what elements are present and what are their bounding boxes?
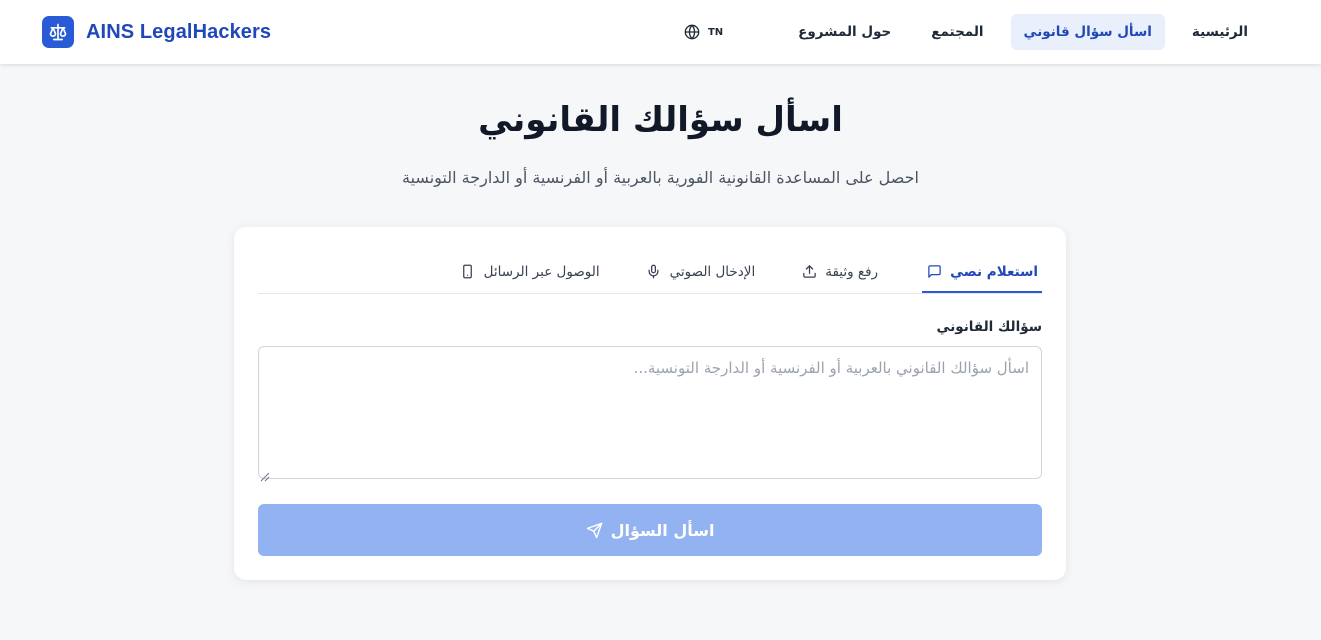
- top-navbar: AINS LegalHackers الرئيسية اسأل سؤال قان…: [0, 0, 1321, 64]
- send-icon: [586, 522, 603, 539]
- tab-voice-input[interactable]: الإدخال الصوتي: [642, 252, 760, 293]
- brand-name: AINS LegalHackers: [86, 20, 272, 43]
- language-code: TN: [707, 26, 724, 38]
- language-switcher[interactable]: TN: [676, 14, 731, 50]
- question-label: سؤالك القانوني: [936, 319, 1042, 335]
- question-card: استعلام نصي رفع وثيقة الإدخال الصوتي الو…: [234, 227, 1066, 580]
- nav-item-home[interactable]: الرئيسية: [1179, 14, 1261, 50]
- submit-question-button[interactable]: اسأل السؤال: [258, 504, 1042, 556]
- brand[interactable]: AINS LegalHackers: [42, 16, 271, 48]
- scale-icon: [42, 16, 74, 48]
- phone-icon: [460, 264, 476, 280]
- submit-label: اسأل السؤال: [610, 520, 715, 540]
- upload-icon: [801, 264, 817, 280]
- microphone-icon: [646, 264, 662, 280]
- input-mode-tabs: استعلام نصي رفع وثيقة الإدخال الصوتي الو…: [258, 253, 1042, 294]
- question-textarea[interactable]: [258, 346, 1042, 479]
- nav-item-about[interactable]: حول المشروع: [785, 14, 904, 50]
- tab-label: الوصول عبر الرسائل: [483, 263, 600, 280]
- nav-item-community[interactable]: المجتمع: [918, 14, 996, 50]
- tab-label: رفع وثيقة: [825, 263, 879, 280]
- tab-label: الإدخال الصوتي: [669, 263, 756, 280]
- globe-icon: [684, 24, 700, 40]
- main-nav: الرئيسية اسأل سؤال قانوني المجتمع حول ال…: [676, 14, 1261, 50]
- tab-label: استعلام نصي: [950, 263, 1038, 280]
- tab-upload-document[interactable]: رفع وثيقة: [797, 252, 882, 293]
- message-icon: [926, 264, 942, 280]
- tab-text-query[interactable]: استعلام نصي: [922, 252, 1042, 293]
- resize-handle-icon[interactable]: [260, 467, 270, 482]
- tab-sms-access[interactable]: الوصول عبر الرسائل: [456, 252, 604, 293]
- page-title: اسأل سؤالك القانوني: [478, 100, 843, 140]
- nav-item-ask-question[interactable]: اسأل سؤال قانوني: [1010, 14, 1165, 50]
- page-subtitle: احصل على المساعدة القانونية الفورية بالع…: [402, 168, 919, 187]
